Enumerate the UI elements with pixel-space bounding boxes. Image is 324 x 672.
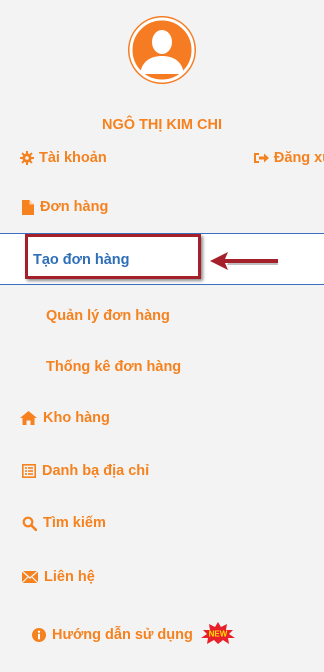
user-silhouette-icon bbox=[129, 17, 195, 83]
menu-item-contact[interactable]: Liên hệ bbox=[22, 569, 95, 585]
pointer-arrow-icon bbox=[210, 252, 278, 270]
sidebar: NGÔ THỊ KIM CHI Tài khoản Đăng xuất bbox=[0, 0, 324, 672]
list-icon bbox=[22, 464, 36, 478]
account-label: Tài khoản bbox=[39, 150, 107, 166]
menu-item-address-book[interactable]: Danh bạ địa chỉ bbox=[22, 463, 149, 479]
menu-label-orders: Đơn hàng bbox=[40, 199, 109, 215]
info-icon bbox=[32, 628, 46, 642]
submenu-item-order-stats[interactable]: Thống kê đơn hàng bbox=[46, 359, 181, 375]
avatar bbox=[128, 16, 196, 84]
menu-item-orders[interactable]: Đơn hàng bbox=[22, 199, 108, 215]
menu-label-address-book: Danh bạ địa chỉ bbox=[42, 463, 150, 479]
new-badge: NEW bbox=[200, 622, 235, 648]
menu-item-guide[interactable]: Hướng dẫn sử dụng NEW bbox=[32, 622, 235, 648]
file-icon bbox=[22, 199, 34, 215]
menu-label-guide: Hướng dẫn sử dụng bbox=[52, 627, 193, 643]
account-link[interactable]: Tài khoản bbox=[20, 150, 107, 166]
home-icon bbox=[20, 411, 37, 425]
user-name: NGÔ THỊ KIM CHI bbox=[101, 117, 223, 133]
submenu-item-create-order[interactable]: Tạo đơn hàng bbox=[33, 252, 130, 268]
account-row: Tài khoản Đăng xuất bbox=[20, 150, 324, 166]
envelope-icon bbox=[22, 571, 38, 583]
menu-item-warehouse[interactable]: Kho hàng bbox=[20, 410, 110, 426]
search-icon bbox=[22, 516, 37, 531]
menu-label-search: Tìm kiếm bbox=[43, 515, 106, 531]
sign-out-icon bbox=[253, 153, 269, 163]
gear-icon bbox=[20, 151, 34, 165]
menu-item-search[interactable]: Tìm kiếm bbox=[22, 515, 106, 531]
new-badge-text: NEW bbox=[209, 630, 228, 639]
logout-label: Đăng xuất bbox=[273, 150, 324, 166]
menu-label-contact: Liên hệ bbox=[44, 569, 95, 585]
menu-label-warehouse: Kho hàng bbox=[43, 410, 110, 426]
submenu-item-manage-orders[interactable]: Quản lý đơn hàng bbox=[46, 308, 170, 324]
logout-link[interactable]: Đăng xuất bbox=[253, 150, 324, 166]
